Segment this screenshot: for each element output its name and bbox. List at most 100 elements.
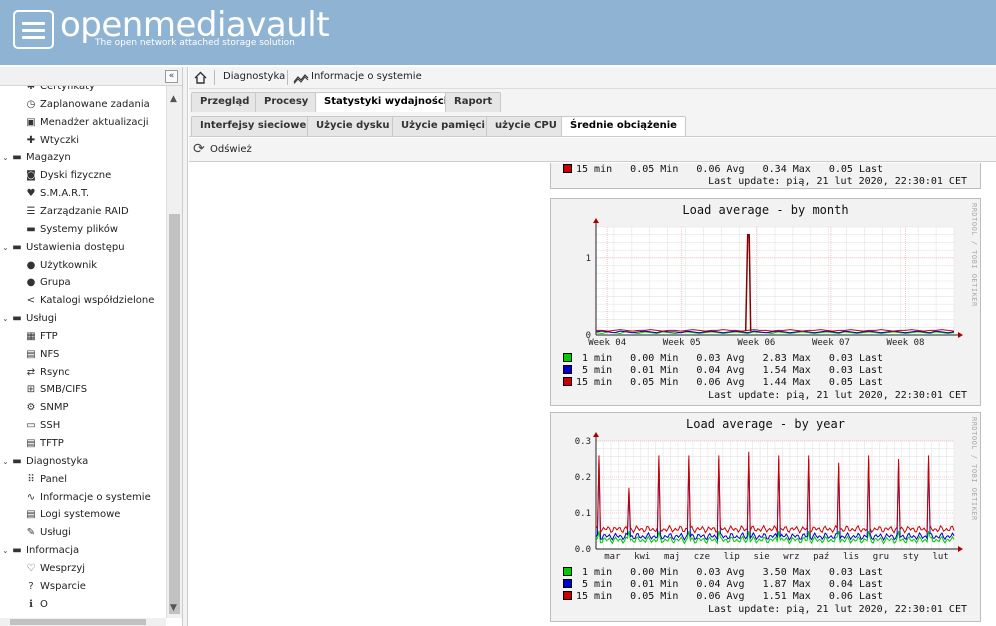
folder-icon: ▬	[12, 241, 22, 253]
sidebar-item-panel[interactable]: ⠿ Panel	[24, 471, 67, 489]
main-tabs: Przegląd Procesy Statystyki wydajności R…	[189, 89, 996, 113]
sidebar-item-nfs[interactable]: ▤ NFS	[24, 346, 59, 364]
chart-year-plot: 0.0 0.1 0.2 0.3 mar kwi maj cze lip sie wrz paź lis g…	[575, 432, 963, 562]
expand-arrow-icon[interactable]: ⌄	[2, 310, 10, 328]
scroll-up-icon[interactable]: ▲	[170, 94, 177, 104]
sidebar-item-label: Systemy plików	[40, 223, 119, 235]
expand-arrow-icon[interactable]: ⌄	[2, 542, 10, 560]
sidebar-item-label: Diagnostyka	[26, 455, 89, 467]
tab-load-average[interactable]: Średnie obciążenie	[561, 116, 686, 136]
sidebar-item-katalogi-współdzielone[interactable]: < Katalogi współdzielone	[24, 292, 155, 310]
sidebar-item-wtyczki[interactable]: ✚ Wtyczki	[24, 132, 79, 150]
y-tick-label: 0.1	[575, 509, 591, 519]
sidebar-item-label: Wsparcie	[40, 580, 86, 592]
tab-report[interactable]: Raport	[445, 92, 502, 112]
sidebar-item-informacja[interactable]: ⌄ ▬ Informacja	[2, 542, 79, 560]
raid-icon: ☰	[26, 205, 36, 217]
user-icon: ●	[26, 259, 36, 271]
home-icon[interactable]	[193, 70, 208, 85]
sidebar-item-menadżer-aktualizacji[interactable]: ▣ Menadżer aktualizacji	[24, 114, 149, 132]
sidebar-item-logi-systemowe[interactable]: ▤ Logi systemowe	[24, 506, 120, 524]
sidebar-item-label: Certyfikaty	[40, 86, 95, 92]
disk-icon: ◙	[26, 170, 36, 182]
sidebar-item-snmp[interactable]: ⚙ SNMP	[24, 399, 69, 417]
sidebar-item-label: O	[40, 598, 48, 610]
tab-cpu-usage[interactable]: użycie CPU	[486, 116, 566, 136]
sidebar-hscrollbar[interactable]	[0, 618, 166, 626]
sidebar-item-label: Menadżer aktualizacji	[40, 116, 149, 128]
y-tick-label: 0.3	[575, 437, 591, 447]
expand-arrow-icon[interactable]: ⌄	[2, 149, 10, 167]
sidebar-item-label: Informacje o systemie	[40, 491, 151, 503]
sidebar-item-rsync[interactable]: ⇄ Rsync	[24, 364, 70, 382]
x-axis-arrow	[958, 332, 963, 338]
sidebar-item-s-m-a-r-t-[interactable]: ♥ S.M.A.R.T.	[24, 185, 90, 203]
refresh-icon[interactable]: ⟳	[193, 142, 205, 156]
scroll-down-icon[interactable]: ▼	[170, 603, 177, 613]
x-tick-label: Week 04	[588, 338, 626, 348]
tab-performance-stats[interactable]: Statystyki wydajności	[315, 92, 457, 112]
breadcrumb-page: Informacje o systemie	[311, 71, 422, 82]
sidebar-item-wesprzyj[interactable]: ♡ Wesprzyj	[24, 560, 86, 578]
breadcrumb-section[interactable]: Diagnostyka	[223, 71, 285, 82]
sidebar-item-label: Ustawienia dostępu	[26, 241, 125, 253]
sidebar-item-zarządzanie-raid[interactable]: ☰ Zarządzanie RAID	[24, 203, 129, 221]
heart-icon: ♡	[26, 562, 36, 574]
sidebar-item-magazyn[interactable]: ⌄ ▬ Magazyn	[2, 149, 71, 167]
expand-arrow-icon[interactable]: ⌄	[2, 239, 10, 257]
log-icon: ▤	[26, 509, 36, 521]
x-tick-label: mar	[604, 552, 621, 562]
x-tick-label: lip	[724, 552, 740, 562]
sub-tabs: Interfejsy sieciowe Użycie dysku Użycie …	[189, 113, 996, 137]
legend-row-5min: 5 min 0.01 Min 0.04 Avg 1.87 Max 0.04 La…	[563, 579, 883, 590]
sidebar-item-label: Usługi	[40, 527, 71, 539]
sidebar-item-label: Dyski fizyczne	[40, 170, 112, 182]
breadcrumb: Diagnostyka Informacje o systemie	[189, 67, 996, 89]
sidebar-item-label: Magazyn	[26, 152, 71, 164]
tab-disk-usage[interactable]: Użycie dysku	[307, 116, 399, 136]
sidebar-item-label: S.M.A.R.T.	[40, 188, 90, 200]
tab-memory-usage[interactable]: Użycie pamięci	[392, 116, 494, 136]
sidebar-item-certyfikaty[interactable]: ✱ Certyfikaty	[24, 86, 95, 96]
sidebar-item-zaplanowane-zadania[interactable]: ◷ Zaplanowane zadania	[24, 96, 150, 114]
refresh-button[interactable]: Odśwież	[210, 144, 252, 155]
sidebar-item-label: SMB/CIFS	[40, 384, 88, 396]
tab-network-interfaces[interactable]: Interfejsy sieciowe	[191, 116, 316, 136]
windows-icon: ⊞	[26, 384, 36, 396]
sidebar-item-o[interactable]: ℹO	[24, 596, 48, 614]
folder-icon: ▬	[26, 223, 36, 235]
sidebar-item-grupa[interactable]: ● Grupa	[24, 274, 71, 292]
sidebar-item-ustawienia-dostępu[interactable]: ⌄ ▬ Ustawienia dostępu	[2, 239, 125, 257]
sidebar-item-tftp[interactable]: ▤ TFTP	[24, 435, 64, 453]
x-tick-label: Week 05	[663, 338, 701, 348]
sidebar-item-label: Informacja	[26, 545, 80, 557]
collapse-sidebar-button[interactable]: «	[165, 70, 178, 83]
sidebar-item-informacje-o-systemie[interactable]: ∿ Informacje o systemie	[24, 489, 151, 507]
sidebar-scrollbar[interactable]: ▲ ▼	[166, 86, 182, 618]
tab-overview[interactable]: Przegląd	[191, 92, 259, 112]
chart-icon: ∿	[26, 491, 36, 503]
sidebar-item-użytkownik[interactable]: ● Użytkownik	[24, 257, 97, 275]
tab-processes[interactable]: Procesy	[255, 92, 318, 112]
legend-row-15min: 15 min 0.05 Min 0.06 Avg 0.34 Max 0.05 L…	[563, 164, 883, 175]
sidebar-item-wsparcie[interactable]: ? Wsparcie	[24, 578, 86, 596]
sidebar-item-usługi[interactable]: ✎ Usługi	[24, 524, 71, 542]
sidebar-item-diagnostyka[interactable]: ⌄ ▬ Diagnostyka	[2, 453, 88, 471]
x-axis-arrow	[958, 546, 963, 552]
sidebar-item-systemy-plików[interactable]: ▬ Systemy plików	[24, 221, 118, 239]
main-panel: Diagnostyka Informacje o systemie Przegl…	[189, 67, 996, 626]
sidebar-item-ftp[interactable]: ▦ FTP	[24, 328, 57, 346]
sidebar-item-usługi[interactable]: ⌄ ▬ Usługi	[2, 310, 57, 328]
panel-splitter[interactable]	[182, 67, 188, 626]
scrollbar-thumb[interactable]	[169, 214, 180, 614]
menu-toggle-button[interactable]	[13, 10, 54, 49]
x-tick-label: sty	[903, 552, 920, 562]
sidebar-item-label: Wtyczki	[40, 134, 80, 146]
sidebar-item-ssh[interactable]: ▭ SSH	[24, 417, 60, 435]
sidebar-item-dyski-fizyczne[interactable]: ◙ Dyski fizyczne	[24, 167, 111, 185]
sidebar-item-label: Zaplanowane zadania	[40, 98, 150, 110]
x-tick-label: kwi	[634, 552, 650, 562]
tftp-icon: ▤	[26, 438, 36, 449]
expand-arrow-icon[interactable]: ⌄	[2, 453, 10, 471]
sidebar-item-smb-cifs[interactable]: ⊞ SMB/CIFS	[24, 381, 87, 399]
